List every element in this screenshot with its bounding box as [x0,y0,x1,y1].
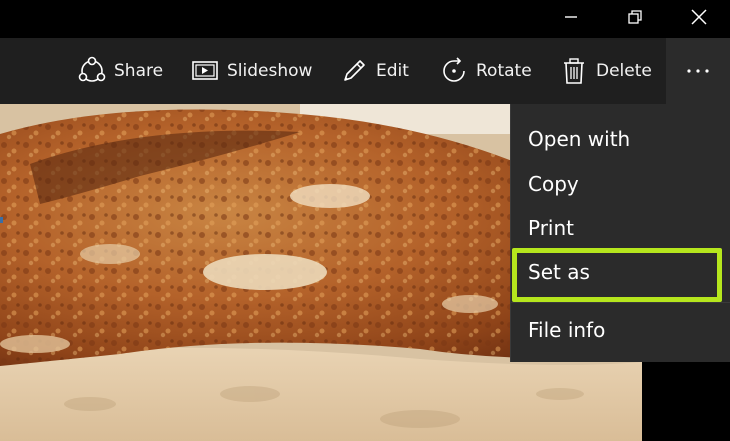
menu-divider [511,302,730,303]
rotate-icon [438,55,470,87]
menu-item-print[interactable]: Print [511,206,730,250]
menu-item-copy[interactable]: Copy [511,162,730,206]
delete-label: Delete [596,61,652,81]
restore-button[interactable] [606,0,664,34]
set-as-highlight [512,248,722,302]
scroll-indicator-left [0,217,3,223]
rotate-button[interactable]: Rotate [438,38,532,104]
rotate-label: Rotate [476,61,532,81]
close-button[interactable] [670,0,728,34]
slideshow-button[interactable]: Slideshow [189,38,312,104]
share-label: Share [114,61,164,81]
delete-button[interactable]: Delete [558,38,652,104]
share-button[interactable]: Share [76,38,163,104]
share-icon [76,55,108,87]
more-options-button[interactable] [666,38,730,104]
menu-item-open-with[interactable]: Open with [511,117,730,161]
pencil-icon [338,55,370,87]
minimize-icon [565,16,577,18]
minimize-button[interactable] [542,0,600,34]
title-bar [0,0,730,38]
toolbar: Share Slideshow Edit Rotate Delete [0,38,730,104]
trash-icon [558,55,590,87]
restore-icon [628,10,642,24]
more-options-menu: Open with Copy Print Set as File info [510,104,730,362]
more-icon [687,69,709,73]
slideshow-icon [189,55,221,87]
slideshow-label: Slideshow [227,61,313,81]
edit-button[interactable]: Edit [338,38,409,104]
menu-item-file-info[interactable]: File info [511,308,730,352]
close-icon [691,9,707,25]
edit-label: Edit [376,61,409,81]
